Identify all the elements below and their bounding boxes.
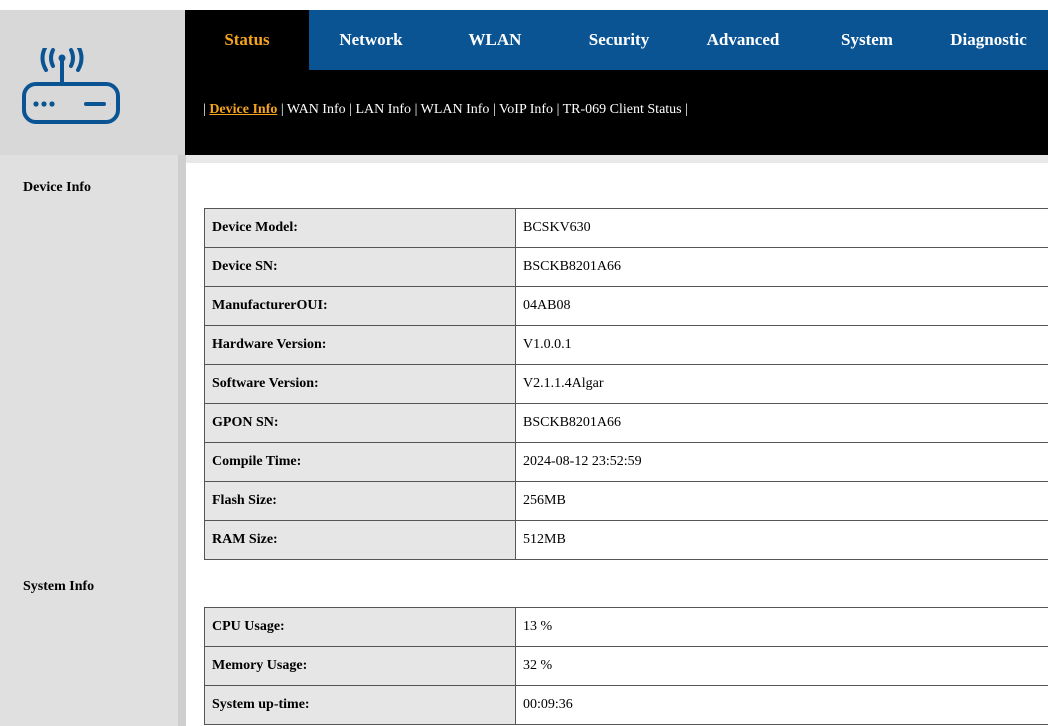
tab-network[interactable]: Network	[309, 10, 433, 70]
table-row: System up-time: 00:09:36	[204, 685, 1048, 725]
table-row: Compile Time: 2024-08-12 23:52:59	[204, 442, 1048, 482]
tab-status[interactable]: Status	[185, 10, 309, 70]
main-content: Device Model: BCSKV630 Device SN: BSCKB8201…	[186, 155, 1048, 726]
subnav-wan-info[interactable]: WAN Info	[287, 102, 346, 117]
row-value: 256MB	[515, 481, 1048, 521]
subnav-wlan-info[interactable]: WLAN Info	[421, 102, 490, 117]
row-label: Device SN:	[204, 247, 516, 287]
table-row: Memory Usage: 32 %	[204, 646, 1048, 686]
sidebar-divider	[178, 155, 186, 726]
row-value: 00:09:36	[515, 685, 1048, 725]
row-label: Flash Size:	[204, 481, 516, 521]
row-label: Device Model:	[204, 208, 516, 248]
sub-nav-separator: |	[280, 102, 284, 117]
table-row: Software Version: V2.1.1.4Algar	[204, 364, 1048, 404]
sub-nav-separator: |	[349, 102, 352, 117]
device-info-table: Device Model: BCSKV630 Device SN: BSCKB8201…	[204, 208, 1048, 560]
tab-advanced[interactable]: Advanced	[681, 10, 805, 70]
sub-nav-separator: |	[492, 102, 496, 117]
row-label: GPON SN:	[204, 403, 516, 443]
table-row: ManufacturerOUI: 04AB08	[204, 286, 1048, 326]
row-value: 2024-08-12 23:52:59	[515, 442, 1048, 482]
sidebar: Device Info System Info	[0, 155, 178, 726]
row-value: 32 %	[515, 646, 1048, 686]
table-row: RAM Size: 512MB	[204, 520, 1048, 560]
row-value: BSCKB8201A66	[515, 403, 1048, 443]
subnav-lan-info[interactable]: LAN Info	[355, 102, 411, 117]
logo-area	[0, 10, 185, 155]
row-label: Compile Time:	[204, 442, 516, 482]
sub-nav-separator: |	[203, 102, 206, 117]
main-nav: Status Network WLAN Security Advanced Sy…	[185, 10, 1048, 70]
subnav-tr069-status[interactable]: TR-069 Client Status	[563, 102, 682, 117]
row-value: 13 %	[515, 607, 1048, 647]
table-row: CPU Usage: 13 %	[204, 607, 1048, 647]
sidebar-system-info-label: System Info	[23, 579, 95, 594]
table-row: Device SN: BSCKB8201A66	[204, 247, 1048, 287]
sub-nav: | Device Info | WAN Info | LAN Info | WL…	[185, 70, 1048, 155]
row-label: CPU Usage:	[204, 607, 516, 647]
tab-diagnostic[interactable]: Diagnostic	[929, 10, 1048, 70]
row-value: V2.1.1.4Algar	[515, 364, 1048, 404]
row-label: ManufacturerOUI:	[204, 286, 516, 326]
system-info-table: CPU Usage: 13 % Memory Usage: 32 % System up…	[204, 607, 1048, 725]
subnav-device-info[interactable]: Device Info	[209, 102, 277, 117]
row-value: 04AB08	[515, 286, 1048, 326]
subnav-voip-info[interactable]: VoIP Info	[499, 102, 553, 117]
tab-security[interactable]: Security	[557, 10, 681, 70]
row-label: Memory Usage:	[204, 646, 516, 686]
row-label: System up-time:	[204, 685, 516, 725]
sub-nav-separator: |	[414, 102, 418, 117]
row-label: RAM Size:	[204, 520, 516, 560]
table-row: GPON SN: BSCKB8201A66	[204, 403, 1048, 443]
tab-wlan[interactable]: WLAN	[433, 10, 557, 70]
sub-nav-separator: |	[685, 102, 688, 117]
row-value: V1.0.0.1	[515, 325, 1048, 365]
router-wifi-icon	[22, 48, 120, 124]
row-label: Software Version:	[204, 364, 516, 404]
row-label: Hardware Version:	[204, 325, 516, 365]
table-row: Flash Size: 256MB	[204, 481, 1048, 521]
sidebar-device-info-label: Device Info	[23, 180, 92, 195]
table-row: Hardware Version: V1.0.0.1	[204, 325, 1048, 365]
row-value: BCSKV630	[515, 208, 1048, 248]
row-value: BSCKB8201A66	[515, 247, 1048, 287]
tab-system[interactable]: System	[805, 10, 929, 70]
table-row: Device Model: BCSKV630	[204, 208, 1048, 248]
top-strip	[0, 0, 1048, 10]
sub-nav-links: | Device Info | WAN Info | LAN Info | WL…	[203, 102, 688, 118]
sub-nav-separator: |	[556, 102, 560, 117]
row-value: 512MB	[515, 520, 1048, 560]
